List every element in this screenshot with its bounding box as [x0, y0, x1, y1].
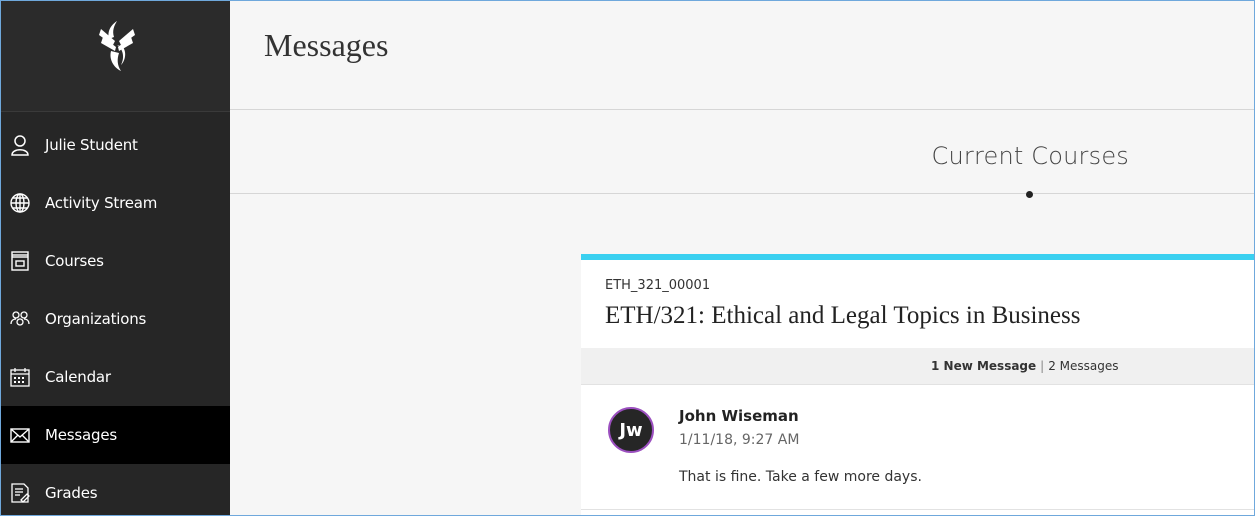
calendar-icon [9, 366, 31, 388]
message-item[interactable]: Jw John Wiseman 1/11/18, 9:27 AM That is… [581, 385, 1254, 510]
sidebar-item-organizations[interactable]: Organizations [1, 290, 230, 348]
logo-area [1, 1, 230, 112]
sidebar-item-label: Courses [45, 252, 104, 270]
message-body: That is fine. Take a few more days. [679, 469, 922, 485]
sidebar-item-activity-stream[interactable]: Activity Stream [1, 174, 230, 232]
envelope-icon [9, 424, 31, 446]
sidebar-item-grades[interactable]: Grades [1, 464, 230, 515]
sidebar-item-label: Julie Student [45, 136, 138, 154]
avatar: Jw [608, 407, 654, 453]
user-icon [9, 134, 31, 156]
sidebar-item-calendar[interactable]: Calendar [1, 348, 230, 406]
sidebar-item-label: Messages [45, 426, 117, 444]
sidebar-nav: Julie Student Activity Stream Courses Or… [1, 116, 230, 515]
new-message-count: 1 New Message [931, 359, 1037, 373]
sidebar-item-messages[interactable]: Messages [1, 406, 230, 464]
app-frame: Julie Student Activity Stream Courses Or… [0, 0, 1255, 516]
course-code: ETH_321_00001 [605, 278, 711, 293]
organizations-icon [9, 308, 31, 330]
message-timestamp: 1/11/18, 9:27 AM [679, 432, 800, 448]
sidebar: Julie Student Activity Stream Courses Or… [1, 1, 230, 515]
page-header: Messages [230, 1, 1254, 110]
course-filter-bar: Current Courses [230, 110, 1254, 194]
sidebar-item-label: Grades [45, 484, 98, 502]
sidebar-item-courses[interactable]: Courses [1, 232, 230, 290]
globe-icon [9, 192, 31, 214]
total-message-count: 2 Messages [1048, 359, 1119, 373]
active-filter-indicator [1026, 191, 1033, 198]
sidebar-item-profile[interactable]: Julie Student [1, 116, 230, 174]
page-title: Messages [264, 27, 389, 63]
sidebar-item-label: Organizations [45, 310, 147, 328]
courses-icon [9, 250, 31, 272]
sidebar-item-label: Activity Stream [45, 194, 158, 212]
main-content: Messages Current Courses ETH_321_00001 E… [230, 1, 1254, 515]
sidebar-item-label: Calendar [45, 368, 111, 386]
current-courses-filter[interactable]: Current Courses [932, 142, 1129, 170]
course-message-card: ETH_321_00001 ETH/321: Ethical and Legal… [581, 254, 1254, 515]
count-separator: | [1040, 359, 1045, 373]
course-title[interactable]: ETH/321: Ethical and Legal Topics in Bus… [605, 302, 1081, 330]
grades-icon [9, 482, 31, 504]
message-count-bar: 1 New Message | 2 Messages [581, 348, 1254, 385]
message-sender: John Wiseman [679, 407, 799, 425]
phoenix-logo[interactable] [87, 15, 147, 75]
